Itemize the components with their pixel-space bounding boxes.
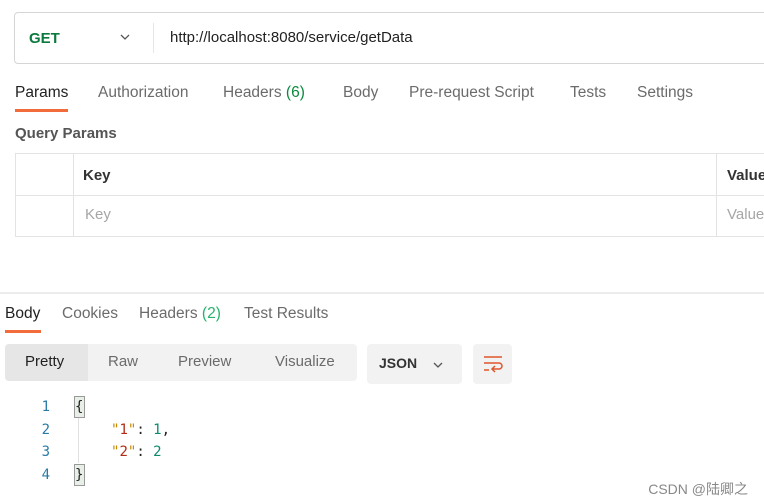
comma: , (161, 422, 171, 438)
tab-pre-request-script[interactable]: Pre-request Script (409, 84, 534, 102)
key-input[interactable]: Key (85, 206, 111, 223)
format-select[interactable]: JSON (367, 344, 462, 384)
wrap-lines-button[interactable] (473, 344, 512, 384)
active-tab-indicator (5, 330, 41, 333)
column-header-value: Value (727, 167, 764, 184)
json-value: 1 (153, 422, 162, 438)
visualize-button[interactable]: Visualize (275, 353, 335, 370)
indent-guide (78, 418, 79, 463)
view-mode-selector: Pretty Raw Preview Visualize (5, 344, 357, 381)
tab-response-body[interactable]: Body (5, 305, 40, 323)
column-header-key: Key (83, 167, 111, 184)
line-number: 2 (41, 422, 50, 438)
query-params-title: Query Params (15, 125, 117, 142)
watermark: CSDN @陆卿之 (648, 481, 748, 497)
json-key: 2 (119, 444, 128, 460)
tab-headers[interactable]: Headers (6) (223, 84, 305, 102)
tab-settings[interactable]: Settings (637, 84, 693, 102)
tab-label: Headers (223, 84, 282, 101)
divider (73, 154, 74, 236)
pretty-label: Pretty (25, 353, 65, 370)
tab-cookies[interactable]: Cookies (62, 305, 118, 323)
value-input[interactable]: Value (727, 206, 764, 223)
divider (716, 154, 717, 236)
headers-count: (6) (285, 84, 305, 101)
tab-body[interactable]: Body (343, 84, 378, 102)
divider (16, 195, 764, 196)
url-input[interactable]: http://localhost:8080/service/getData (170, 29, 413, 46)
chevron-down-icon (433, 362, 443, 368)
pane-divider[interactable] (0, 292, 764, 294)
json-key: 1 (119, 422, 128, 438)
tab-test-results[interactable]: Test Results (244, 305, 328, 323)
json-value: 2 (153, 444, 162, 460)
tab-params[interactable]: Params (15, 84, 68, 102)
preview-button[interactable]: Preview (178, 353, 231, 370)
active-tab-indicator (15, 109, 68, 112)
format-label: JSON (379, 355, 418, 371)
json-line: "1": 1, (111, 422, 171, 438)
tab-response-headers[interactable]: Headers (2) (139, 305, 221, 323)
tab-tests[interactable]: Tests (570, 84, 606, 102)
wrap-lines-icon (484, 356, 503, 373)
json-line: "2": 2 (111, 444, 162, 460)
line-number: 1 (41, 399, 50, 415)
close-brace: } (74, 464, 85, 486)
open-brace: { (74, 396, 85, 418)
url-bar: GET http://localhost:8080/service/getDat… (14, 12, 764, 64)
chevron-down-icon[interactable] (119, 31, 131, 43)
tab-authorization[interactable]: Authorization (98, 84, 188, 102)
divider (153, 23, 154, 53)
tab-label: Headers (139, 305, 198, 322)
raw-button[interactable]: Raw (108, 353, 138, 370)
query-params-table: Key Value Key Value (15, 153, 764, 237)
headers-count: (2) (201, 305, 221, 322)
line-number: 4 (41, 467, 50, 483)
method-select[interactable]: GET (29, 30, 60, 47)
line-number: 3 (41, 444, 50, 460)
